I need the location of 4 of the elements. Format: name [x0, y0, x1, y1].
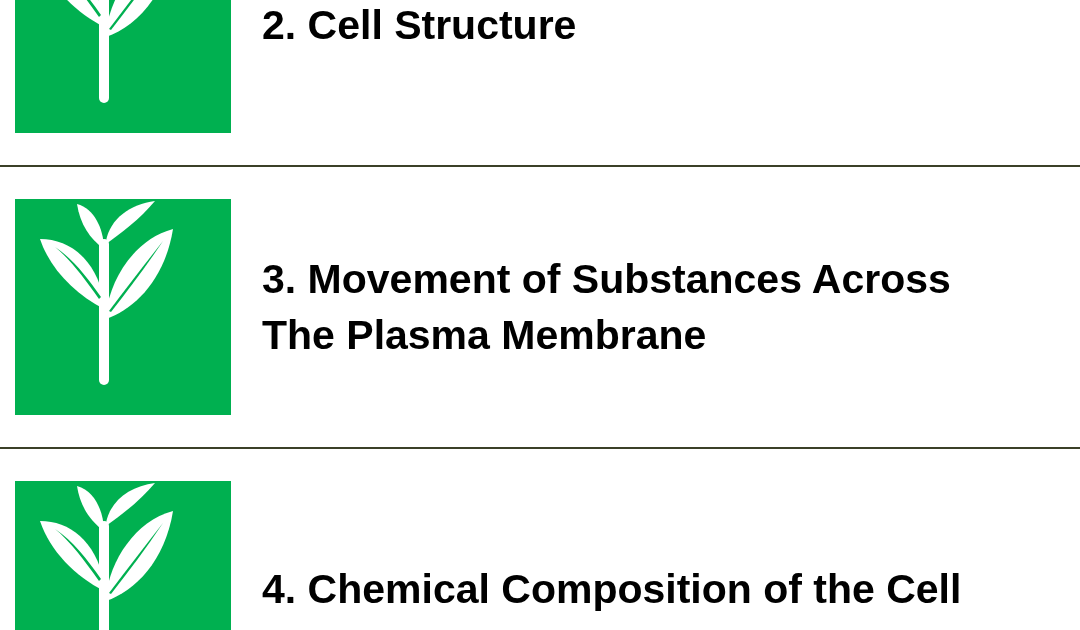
- sprout-icon: [15, 199, 231, 415]
- lesson-title[interactable]: 3. Movement of Substances Across The Plasma Membrane: [262, 251, 1007, 363]
- lesson-title[interactable]: 4. Chemical Composition of the Cell: [262, 561, 1007, 617]
- lesson-title[interactable]: 2. Cell Structure: [262, 0, 1007, 53]
